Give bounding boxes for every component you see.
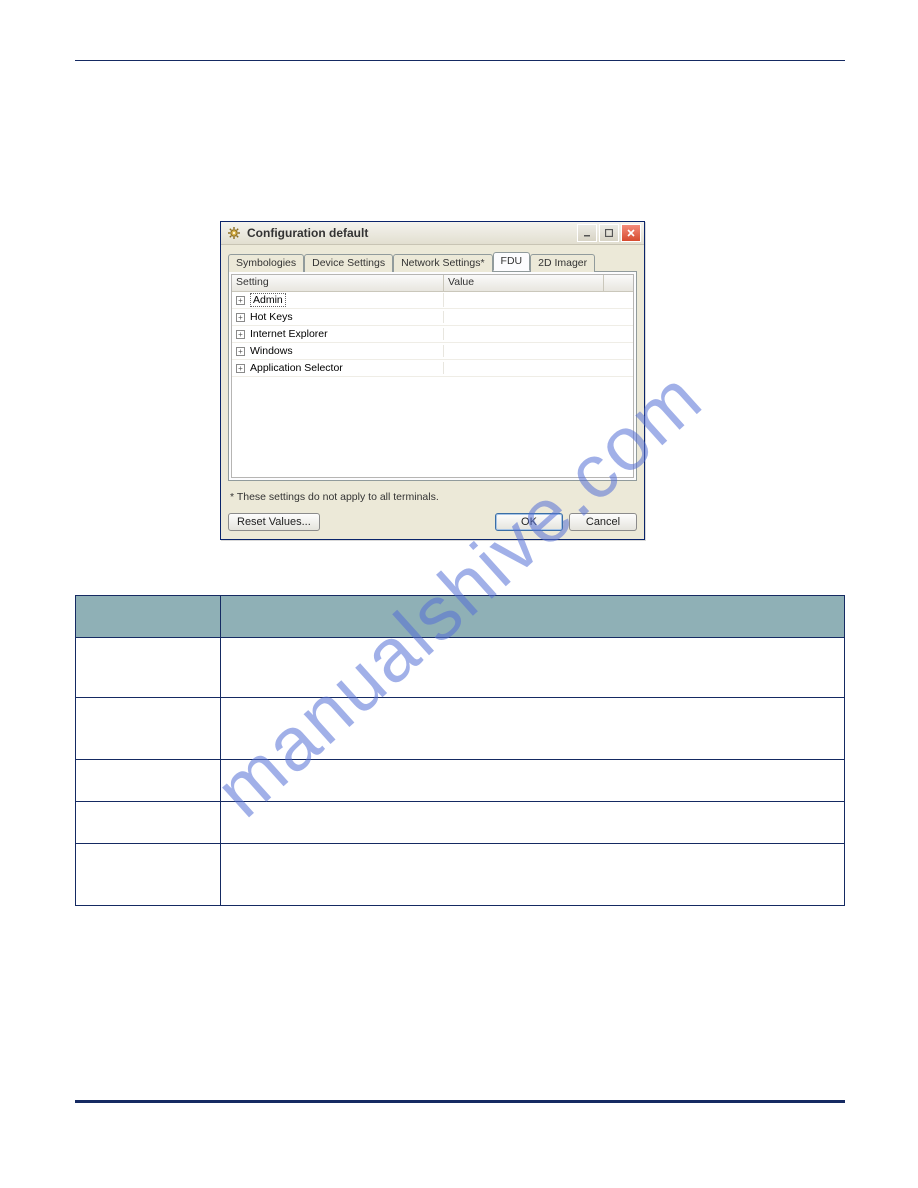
dialog-body: Symbologies Device Settings Network Sett… [221,245,644,539]
table-row [76,698,845,760]
ok-button[interactable]: OK [495,513,563,531]
footnote: * These settings do not apply to all ter… [230,491,637,503]
close-button[interactable] [621,224,641,242]
row-application-selector[interactable]: + Application Selector [232,360,633,377]
row-label: Internet Explorer [250,328,328,340]
row-label: Admin [250,293,286,307]
dialog-buttons: Reset Values... OK Cancel [228,513,637,531]
tab-symbologies[interactable]: Symbologies [228,254,304,272]
row-label: Application Selector [250,362,343,374]
gear-icon [226,225,242,241]
table-row [76,760,845,802]
tab-fdu[interactable]: FDU [493,252,531,271]
row-hotkeys[interactable]: + Hot Keys [232,309,633,326]
expand-icon[interactable]: + [236,364,245,373]
row-label: Windows [250,345,293,357]
expand-icon[interactable]: + [236,330,245,339]
doc-table [75,595,845,906]
cancel-button[interactable]: Cancel [569,513,637,531]
expand-icon[interactable]: + [236,296,245,305]
table-row [76,802,845,844]
row-label: Hot Keys [250,311,293,323]
expand-icon[interactable]: + [236,347,245,356]
expand-icon[interactable]: + [236,313,245,322]
dialog-title: Configuration default [247,226,575,240]
top-rule [75,60,845,61]
column-setting[interactable]: Setting [232,275,444,291]
row-internet-explorer[interactable]: + Internet Explorer [232,326,633,343]
tab-panel: Setting Value + Admin + [228,271,637,481]
titlebar: Configuration default [221,222,644,245]
config-dialog: Configuration default Symbologies Device… [220,221,645,540]
column-spacer [604,275,633,291]
tab-network-settings[interactable]: Network Settings* [393,254,492,272]
row-windows[interactable]: + Windows [232,343,633,360]
table-header-b [221,596,845,638]
tabstrip: Symbologies Device Settings Network Sett… [228,251,637,271]
grid-header: Setting Value [232,275,633,292]
tab-device-settings[interactable]: Device Settings [304,254,393,272]
settings-grid: Setting Value + Admin + [231,274,634,478]
reset-values-button[interactable]: Reset Values... [228,513,320,531]
maximize-button[interactable] [599,224,619,242]
minimize-button[interactable] [577,224,597,242]
column-value[interactable]: Value [444,275,604,291]
bottom-rule [75,1100,845,1103]
table-row [76,638,845,698]
row-admin[interactable]: + Admin [232,292,633,309]
table-row [76,844,845,906]
tab-2d-imager[interactable]: 2D Imager [530,254,595,272]
table-header-a [76,596,221,638]
